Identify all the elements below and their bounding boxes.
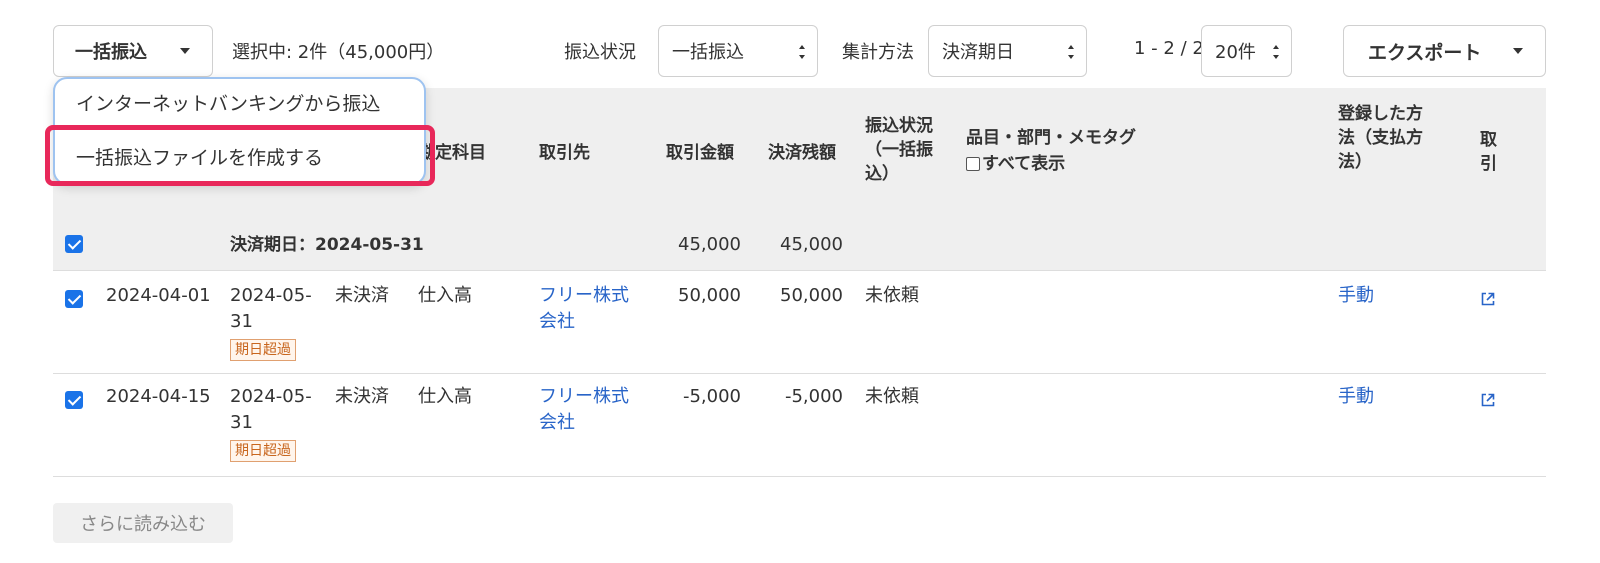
export-label: エクスポート [1368,41,1482,64]
transfer-status-select[interactable]: 一括振込 [658,25,818,77]
partner-line2: 会社 [539,311,575,332]
due-date: 2024-05- 31 期日超過 [230,384,320,463]
header-deal: 取引 [1480,130,1497,174]
due-date-line1: 2024-05- [230,386,312,407]
partner-line1: フリー株式 [539,386,629,407]
external-link-icon[interactable] [1480,392,1496,408]
overdue-badge: 期日超過 [230,440,296,462]
bulk-transfer-button[interactable]: 一括振込 [53,25,213,77]
row-checkbox[interactable] [65,391,83,409]
transfer-status: 未依頼 [865,285,919,306]
group-amount: 45,000 [678,234,741,255]
group-balance: 45,000 [780,234,843,255]
show-all-toggle[interactable]: すべて表示 [966,152,1065,176]
header-partner[interactable]: 取引先 [539,141,590,165]
account-item: 仕入高 [418,386,472,407]
select-arrows-icon [1273,45,1281,59]
table-row[interactable]: 2024-04-01 2024-05- 31 期日超過 未決済 仕入高 フリー株… [53,271,1546,374]
partner-link[interactable]: フリー株式 会社 [539,384,629,436]
due-date: 2024-05- 31 期日超過 [230,283,320,362]
group-label: 決済期日：2024-05-31 [230,235,424,255]
show-all-label: すべて表示 [982,154,1066,174]
transfer-status-value: 一括振込 [672,42,744,63]
header-amount[interactable]: 取引金額 [666,141,734,165]
group-checkbox[interactable] [65,235,83,253]
show-all-checkbox[interactable] [966,157,980,171]
settlement-status: 未決済 [335,285,389,306]
menu-item-internet-banking[interactable]: インターネットバンキングから振込 [76,89,380,116]
method-link[interactable]: 手動 [1338,384,1374,410]
settlement-balance: 50,000 [780,285,843,306]
caret-down-icon [180,48,190,54]
group-row: 決済期日：2024-05-31 45,000 45,000 [53,218,1546,271]
header-registered-method[interactable]: 登録した方法（支払方法） [1338,102,1438,174]
partner-line1: フリー株式 [539,285,629,306]
aggregate-select[interactable]: 決済期日 [928,25,1087,77]
method-link[interactable]: 手動 [1338,283,1374,309]
issue-date: 2024-04-01 [106,285,211,306]
bulk-transfer-label: 一括振込 [75,42,147,63]
deal-amount: -5,000 [682,386,741,407]
due-date-line2: 31 [230,412,253,433]
caret-down-icon [1513,48,1523,54]
deal-amount: 50,000 [678,285,741,306]
partner-line2: 会社 [539,412,575,433]
header-tags: 品目・部門・メモタグ [966,128,1136,148]
export-button[interactable]: エクスポート [1343,25,1546,77]
due-date-line1: 2024-05- [230,285,312,306]
highlight-box [45,125,435,186]
transfer-status: 未依頼 [865,386,919,407]
settlement-status: 未決済 [335,386,389,407]
toolbar: 一括振込 選択中: 2件（45,000円） 振込状況 一括振込 集計方法 決済期… [0,0,1600,88]
per-page-select[interactable]: 20件 [1201,25,1292,77]
header-balance[interactable]: 決済残額 [768,141,836,165]
transfer-status-label: 振込状況 [564,42,636,63]
partner-link[interactable]: フリー株式 会社 [539,283,629,335]
row-checkbox[interactable] [65,290,83,308]
table-row[interactable]: 2024-04-15 2024-05- 31 期日超過 未決済 仕入高 フリー株… [53,374,1546,477]
external-link-icon[interactable] [1480,291,1496,307]
account-item: 仕入高 [418,285,472,306]
pagination-info: 1 - 2 / 2 [1134,38,1204,59]
aggregate-value: 決済期日 [942,42,1014,63]
header-transfer-status[interactable]: 振込状況（一括振込） [865,114,945,186]
due-date-line2: 31 [230,311,253,332]
per-page-value: 20件 [1215,42,1256,63]
selection-summary: 選択中: 2件（45,000円） [232,42,445,63]
issue-date: 2024-04-15 [106,386,211,407]
select-arrows-icon [799,45,807,59]
load-more-button[interactable]: さらに読み込む [53,503,233,543]
settlement-balance: -5,000 [784,386,843,407]
aggregate-label: 集計方法 [842,42,914,63]
select-arrows-icon [1068,45,1076,59]
overdue-badge: 期日超過 [230,339,296,361]
